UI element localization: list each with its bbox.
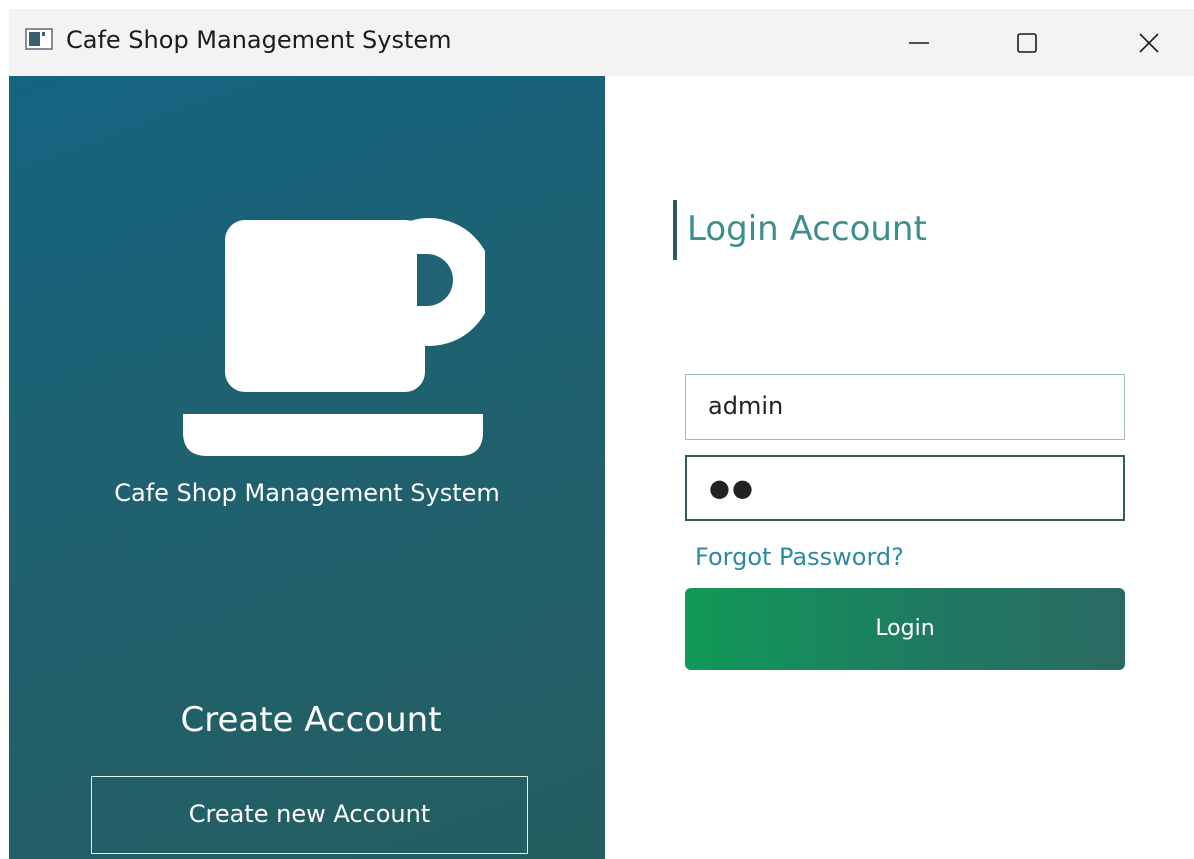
app-window: Cafe Shop Management System Cafe Shop Ma… <box>9 9 1194 859</box>
heading-accent-bar <box>673 200 677 260</box>
coffee-cup-icon <box>183 218 485 456</box>
app-window-icon <box>25 28 53 50</box>
username-input[interactable]: admin <box>685 374 1125 440</box>
maximize-button[interactable] <box>997 9 1057 76</box>
brand-text: Cafe Shop Management System <box>114 479 500 507</box>
left-brand-panel: Cafe Shop Management System Create Accou… <box>9 76 605 859</box>
minimize-icon <box>909 41 929 44</box>
maximize-icon <box>1017 32 1037 53</box>
login-panel: Login Account admin ●● Forgot Password? … <box>605 76 1194 859</box>
title-bar: Cafe Shop Management System <box>9 9 1194 76</box>
login-heading: Login Account <box>687 209 927 249</box>
create-account-heading: Create Account <box>180 700 442 740</box>
password-input[interactable]: ●● <box>685 455 1125 521</box>
minimize-button[interactable] <box>889 9 949 76</box>
window-title: Cafe Shop Management System <box>66 26 452 54</box>
close-icon <box>1139 32 1159 53</box>
login-button[interactable]: Login <box>685 588 1125 670</box>
forgot-password-link[interactable]: Forgot Password? <box>695 540 904 574</box>
create-new-account-button[interactable]: Create new Account <box>91 776 528 854</box>
close-button[interactable] <box>1119 9 1179 76</box>
